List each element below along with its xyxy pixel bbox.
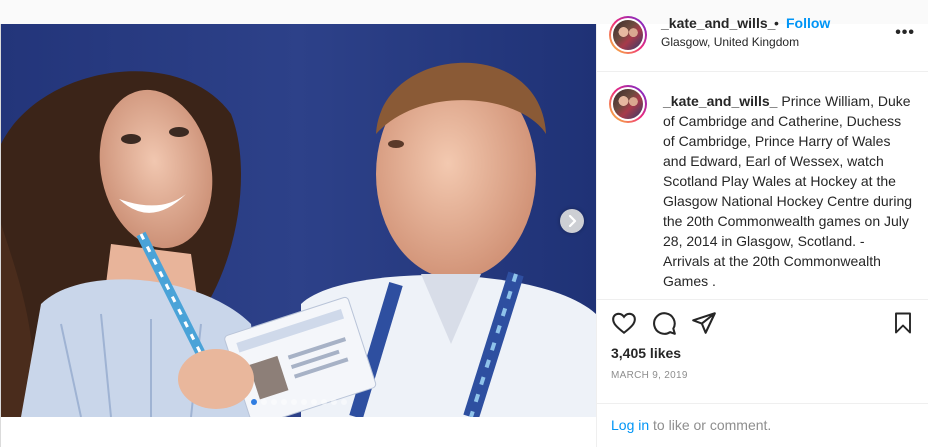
carousel-indicator (1, 399, 596, 405)
paper-plane-icon (692, 312, 716, 334)
next-slide-button[interactable] (560, 209, 584, 233)
login-prompt-text: to like or comment. (649, 417, 772, 433)
caption-text: _kate_and_wills_ Prince William, Duke of … (663, 91, 913, 291)
carousel-dot (330, 399, 337, 405)
carousel-dot (290, 399, 297, 405)
comment-button[interactable] (651, 310, 679, 338)
heart-icon (612, 312, 636, 335)
post-photo[interactable] (1, 24, 596, 417)
carousel-dot (340, 399, 347, 405)
like-button[interactable] (611, 310, 639, 338)
carousel-dot (300, 399, 307, 405)
caption-section: _kate_and_wills_ Prince William, Duke of … (597, 73, 928, 299)
actions-section: 3,405 likes MARCH 9, 2019 Log in to like… (597, 299, 928, 447)
caption-body: Prince William, Duke of Cambridge and Ca… (663, 93, 913, 289)
carousel-dot (270, 399, 277, 405)
avatar[interactable] (609, 16, 647, 54)
chevron-right-icon (568, 215, 577, 227)
post-sidebar: _kate_and_wills_ • Follow Glasgow, Unite… (596, 15, 928, 447)
likes-count[interactable]: 3,405 likes (611, 345, 681, 361)
carousel-dot (320, 399, 327, 405)
carousel-dot (250, 399, 257, 405)
comment-icon (653, 312, 676, 335)
caption-username-link[interactable]: _kate_and_wills_ (663, 93, 777, 109)
instagram-post: _kate_and_wills_ • Follow Glasgow, Unite… (0, 15, 928, 447)
post-date[interactable]: MARCH 9, 2019 (611, 370, 688, 381)
follow-button[interactable]: Follow (786, 15, 830, 31)
login-prompt: Log in to like or comment. (597, 403, 928, 447)
more-options-icon[interactable]: ••• (895, 24, 915, 42)
username-link[interactable]: _kate_and_wills_ (661, 15, 775, 31)
save-button[interactable] (891, 310, 919, 338)
bookmark-icon (895, 312, 911, 334)
photo-illustration (1, 24, 596, 417)
carousel-dot (310, 399, 317, 405)
carousel-dot (260, 399, 267, 405)
location-link[interactable]: Glasgow, United Kingdom (661, 35, 799, 49)
carousel-dot (280, 399, 287, 405)
login-link[interactable]: Log in (611, 417, 649, 433)
share-button[interactable] (691, 310, 719, 338)
post-header: _kate_and_wills_ • Follow Glasgow, Unite… (597, 15, 928, 72)
separator-dot: • (774, 15, 779, 31)
caption-avatar[interactable] (609, 85, 647, 123)
